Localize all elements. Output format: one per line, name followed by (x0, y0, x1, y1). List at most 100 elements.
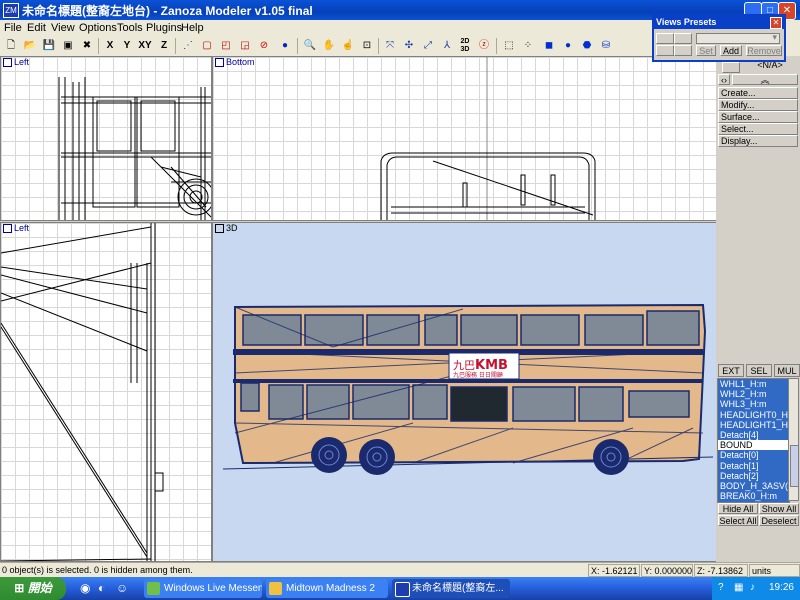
task-messenger[interactable]: Windows Live Messen... (144, 579, 262, 598)
new-file-icon[interactable]: 🗋 (3, 38, 19, 54)
save-as-icon[interactable]: ▣ (60, 38, 76, 54)
spinner-button[interactable] (722, 62, 740, 73)
axis-xy-button[interactable]: XY (137, 38, 153, 54)
object-list-item[interactable]: HEADLIGHT0_H (718, 409, 789, 420)
tray-volume-icon[interactable]: ♪ (750, 582, 755, 593)
hand-icon[interactable]: ☝ (340, 38, 356, 54)
preset-slot-3[interactable] (656, 45, 674, 56)
object-list-scrollbar[interactable] (788, 378, 799, 501)
object-list-item[interactable]: HEADLIGHT1_H (718, 419, 789, 430)
object-list-item[interactable]: WHL1_H:m (718, 379, 789, 390)
tab-mul[interactable]: MUL (774, 364, 800, 377)
toolbar-separator (175, 38, 176, 54)
object-list-item[interactable]: BODY_H_3ASV( (718, 501, 789, 502)
add-button[interactable]: Add (720, 45, 742, 56)
move-axes-icon[interactable]: ⤧ (382, 38, 398, 54)
start-button[interactable]: ⊞ 開始 (0, 577, 66, 600)
object-list-item[interactable]: Detach[0] (718, 450, 789, 461)
display-menu-button[interactable]: Display... (718, 135, 798, 147)
toolbar-separator (297, 38, 298, 54)
preset-combo[interactable]: ▾ (696, 32, 780, 44)
viewport-left-bottom[interactable]: Left (0, 222, 212, 562)
close-file-icon[interactable]: ✖ (79, 38, 95, 54)
bus-logo-kmb: KMB (475, 358, 508, 373)
menu-options[interactable]: Options (79, 22, 117, 34)
cube-solid-icon[interactable]: ◲ (237, 38, 253, 54)
mode-2d3d-button[interactable]: 2D 3D (457, 38, 473, 54)
preset-slot-2[interactable] (674, 33, 692, 44)
create-menu-button[interactable]: Create... (718, 87, 798, 99)
no-entry-icon[interactable]: ⊘ (256, 38, 272, 54)
solid-sphere-icon[interactable]: ● (560, 38, 576, 54)
preset-slot-1[interactable] (656, 33, 674, 44)
object-list-item[interactable]: Detach[2] (718, 470, 789, 481)
cylinder-icon[interactable]: ⛁ (598, 38, 614, 54)
save-icon[interactable]: 💾 (41, 38, 57, 54)
bus-3d-model: 九巴 KMB 九巴服務 日日關顧 (222, 303, 714, 475)
tab-sel[interactable]: SEL (746, 364, 772, 377)
show-all-button[interactable]: Show All (759, 503, 799, 514)
task-midtown-madness[interactable]: Midtown Madness 2 (266, 579, 388, 598)
sphere-icon[interactable]: ● (277, 38, 293, 54)
hide-all-button[interactable]: Hide All (718, 503, 758, 514)
browser-icon[interactable]: ◉ (80, 581, 90, 595)
viewport-3d[interactable]: 3D 九巴 KMB 九巴服務 日日關顧 (212, 222, 717, 562)
vertex-icon[interactable]: ⋰ (180, 38, 196, 54)
axes-icon[interactable]: ⅄ (439, 38, 455, 54)
tab-ext[interactable]: EXT (718, 364, 744, 377)
menu-view[interactable]: View (51, 22, 75, 34)
set-button[interactable]: Set (696, 45, 716, 56)
menu-edit[interactable]: Edit (27, 22, 46, 34)
object-list-item[interactable]: Detach[1] (718, 460, 789, 471)
task-zanoza-modeler[interactable]: 未命名標題(整裔左... (392, 579, 510, 598)
menu-file[interactable]: File (4, 22, 22, 34)
taskbar: ⊞ 開始 ◉ ◐ ☺ Windows Live Messen... Midtow… (0, 577, 800, 600)
viewport-bottom[interactable]: Bottom (212, 56, 717, 221)
menu-help[interactable]: Help (181, 22, 204, 34)
zoom-icon[interactable]: 🔍 (302, 38, 318, 54)
deselect-button[interactable]: Deselect (759, 515, 799, 526)
scrollbar-thumb[interactable] (790, 445, 799, 487)
select-rect-icon[interactable]: ⬚ (501, 38, 517, 54)
coord-x: X: -1.62121 (588, 564, 640, 577)
pan-icon[interactable]: ✋ (321, 38, 337, 54)
toggle-button[interactable]: ‹› (718, 74, 730, 85)
object-list-item[interactable]: WHL2_H:m (718, 389, 789, 400)
solid-cube-icon[interactable]: ◼ (541, 38, 557, 54)
object-list-item[interactable]: WHL3_H:m (718, 399, 789, 410)
menu-plugins[interactable]: Plugins (146, 22, 182, 34)
object-list-item[interactable]: BREAK0_H:m (718, 491, 789, 502)
bus-logo-cn: 九巴 (453, 359, 475, 372)
close-icon[interactable]: ✕ (770, 17, 782, 29)
select-points-icon[interactable]: ⁘ (520, 38, 536, 54)
viewport-left-top[interactable]: Left (0, 56, 212, 221)
select-menu-button[interactable]: Select... (718, 123, 798, 135)
object-list-item[interactable]: BODY_H_3ASV( (718, 480, 789, 492)
toolbar-separator (378, 38, 379, 54)
solid-blob-icon[interactable]: ⬣ (579, 38, 595, 54)
collapse-up-icon[interactable]: ︽ (732, 74, 798, 85)
axis-y-button[interactable]: Y (119, 38, 135, 54)
modify-menu-button[interactable]: Modify... (718, 99, 798, 111)
surface-menu-button[interactable]: Surface... (718, 111, 798, 123)
menu-tools[interactable]: Tools (117, 22, 143, 34)
z-circle-icon[interactable]: ⓩ (476, 38, 492, 54)
object-list-item[interactable]: Detach[4] (718, 429, 789, 441)
remove-button[interactable]: Remove (746, 45, 782, 56)
frame-icon[interactable]: ⊡ (359, 38, 375, 54)
axis-z-button[interactable]: Z (156, 38, 172, 54)
messenger-icon[interactable]: ☺ (116, 581, 128, 595)
box-icon[interactable]: ▢ (199, 38, 215, 54)
open-folder-icon[interactable]: 📂 (22, 38, 38, 54)
media-icon[interactable]: ◐ (98, 581, 105, 595)
object-list-item[interactable]: BOUND (718, 440, 789, 450)
rotate-axes-icon[interactable]: ✣ (401, 38, 417, 54)
axis-x-button[interactable]: X (102, 38, 118, 54)
tray-network-icon[interactable]: ▦ (734, 582, 743, 593)
scale-axes-icon[interactable]: ⤢ (420, 38, 436, 54)
preset-slot-4[interactable] (674, 45, 692, 56)
tray-help-icon[interactable]: ? (718, 582, 724, 593)
select-all-button[interactable]: Select All (718, 515, 758, 526)
object-list[interactable]: WHL1_H:m WHL2_H:m WHL3_H:m HEADLIGHT0_H HEAD… (717, 378, 790, 503)
cube-icon[interactable]: ◰ (218, 38, 234, 54)
